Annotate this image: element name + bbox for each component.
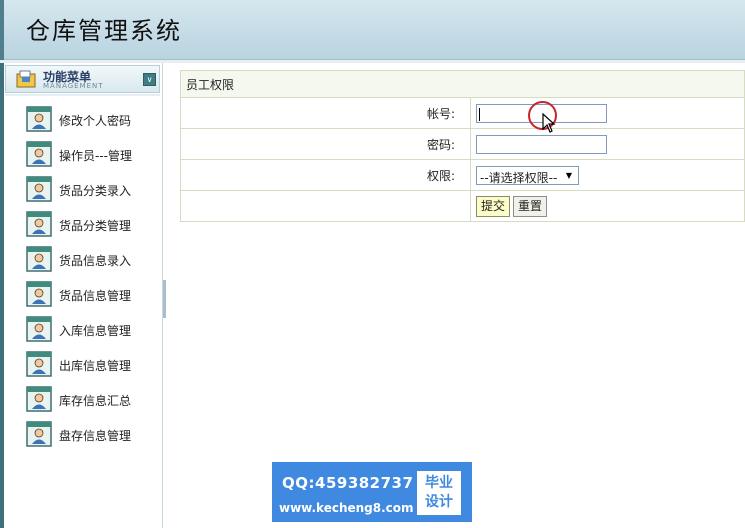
double-chevron-down-icon[interactable]: ∨ <box>143 73 156 86</box>
user-card-icon <box>26 211 52 237</box>
sidebar-item-outbound-management[interactable]: 出库信息管理 <box>5 346 160 381</box>
user-card-icon <box>26 176 52 202</box>
page-title: 仓库管理系统 <box>26 17 182 45</box>
mouse-pointer-icon <box>542 113 556 133</box>
sidebar-item-category-entry[interactable]: 货品分类录入 <box>5 171 160 206</box>
sidebar-item-operator-management[interactable]: 操作员---管理 <box>5 136 160 171</box>
watermark-badge-line2: 设计 <box>425 494 453 510</box>
sidebar-item-stocktake-management[interactable]: 盘存信息管理 <box>5 416 160 451</box>
sidebar-item-category-management[interactable]: 货品分类管理 <box>5 206 160 241</box>
sidebar-item-goods-entry[interactable]: 货品信息录入 <box>5 241 160 276</box>
role-select-value: --请选择权限-- <box>480 170 558 185</box>
sidebar-item-label: 操作员---管理 <box>59 149 132 163</box>
user-card-icon <box>26 316 52 342</box>
sidebar-item-label: 入库信息管理 <box>59 324 132 338</box>
password-label: 密码: <box>180 128 471 160</box>
sidebar-item-label: 货品信息录入 <box>59 254 132 268</box>
role-field-cell: --请选择权限-- ▼ <box>470 159 745 191</box>
sidebar-item-goods-management[interactable]: 货品信息管理 <box>5 276 160 311</box>
app-window: 仓库管理系统 功能菜单 MANAGEMENT ∨ 修改个人密码 操作员---管理… <box>0 0 745 528</box>
sidebar-divider <box>5 94 160 96</box>
user-card-icon <box>26 106 52 132</box>
header-bar: 仓库管理系统 <box>0 0 745 60</box>
role-label: 权限: <box>180 159 471 191</box>
user-card-icon <box>26 246 52 272</box>
sidebar-item-label: 库存信息汇总 <box>59 394 132 408</box>
sidebar-item-label: 货品分类管理 <box>59 219 132 233</box>
account-field-cell <box>470 97 745 129</box>
watermark-qq: QQ:459382737 <box>282 474 414 492</box>
account-label: 帐号: <box>180 97 471 129</box>
password-field-cell <box>470 128 745 160</box>
sidebar-item-label: 修改个人密码 <box>59 114 132 128</box>
main-content: 员工权限 帐号: 密码: 权限: --请选择权限-- ▼ 提交 重置 <box>180 70 745 222</box>
user-card-icon <box>26 141 52 167</box>
menu-folder-icon <box>16 70 36 88</box>
password-input[interactable] <box>476 134 607 154</box>
sidebar-subtitle: MANAGEMENT <box>43 82 104 90</box>
sidebar-item-stock-summary[interactable]: 库存信息汇总 <box>5 381 160 416</box>
sidebar: 功能菜单 MANAGEMENT ∨ 修改个人密码 操作员---管理 货品分类录入… <box>0 63 163 528</box>
submit-button[interactable]: 提交 <box>476 195 511 217</box>
sidebar-item-change-password[interactable]: 修改个人密码 <box>5 101 160 136</box>
user-card-icon <box>26 281 52 307</box>
text-caret <box>479 107 480 121</box>
buttons-cell: 提交 重置 <box>470 190 745 222</box>
sidebar-item-inbound-management[interactable]: 入库信息管理 <box>5 311 160 346</box>
user-card-icon <box>26 351 52 377</box>
sidebar-item-label: 货品分类录入 <box>59 184 132 198</box>
watermark-badge-line1: 毕业 <box>425 475 453 491</box>
user-card-icon <box>26 421 52 447</box>
user-card-icon <box>26 386 52 412</box>
form-title: 员工权限 <box>180 70 745 98</box>
employee-permission-form: 员工权限 帐号: 密码: 权限: --请选择权限-- ▼ 提交 重置 <box>180 70 745 222</box>
sidebar-header: 功能菜单 MANAGEMENT ∨ <box>5 65 160 93</box>
header-accent <box>0 0 4 60</box>
dropdown-arrow-icon[interactable]: ▼ <box>562 169 576 182</box>
buttons-label-cell <box>180 190 471 222</box>
watermark-badge: 毕业 设计 <box>417 471 461 515</box>
sidebar-splitter-handle[interactable] <box>163 280 166 318</box>
sidebar-menu: 修改个人密码 操作员---管理 货品分类录入 货品分类管理 货品信息录入 货品信… <box>5 101 160 451</box>
watermark-url: www.kecheng8.com <box>279 501 414 515</box>
reset-button[interactable]: 重置 <box>513 195 548 217</box>
sidebar-item-label: 盘存信息管理 <box>59 429 132 443</box>
watermark-banner: QQ:459382737 www.kecheng8.com 毕业 设计 <box>272 462 472 522</box>
sidebar-item-label: 出库信息管理 <box>59 359 132 373</box>
sidebar-item-label: 货品信息管理 <box>59 289 132 303</box>
role-select[interactable]: --请选择权限-- ▼ <box>476 165 579 185</box>
sidebar-edge <box>0 63 4 528</box>
